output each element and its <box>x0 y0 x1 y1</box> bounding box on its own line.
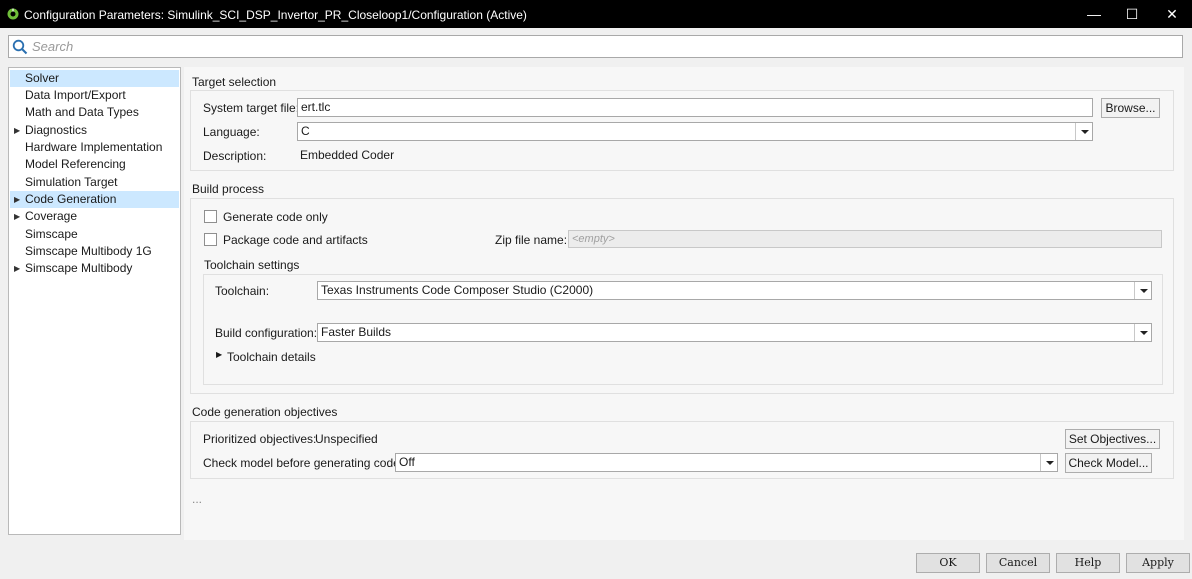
tree-item-diagnostics[interactable]: ▶ Diagnostics <box>10 122 179 139</box>
check-model-button[interactable]: Check Model... <box>1065 453 1152 473</box>
dropdown-arrow-icon[interactable] <box>1040 454 1057 471</box>
expand-arrow-icon[interactable]: ▶ <box>14 122 20 139</box>
dropdown-arrow-icon[interactable] <box>1134 324 1151 341</box>
window-title: Configuration Parameters: Simulink_SCI_D… <box>24 8 527 22</box>
dropdown-arrow-icon[interactable] <box>1075 123 1092 140</box>
expand-arrow-icon[interactable]: ▶ <box>216 350 222 359</box>
search-input[interactable]: Search <box>32 39 73 54</box>
expand-arrow-icon[interactable]: ▶ <box>14 191 20 208</box>
minimize-button[interactable]: — <box>1076 0 1112 28</box>
tree-item-hardware-implementation[interactable]: Hardware Implementation <box>10 139 179 156</box>
close-button[interactable]: ✕ <box>1154 0 1190 28</box>
category-tree: Solver Data Import/Export Math and Data … <box>8 67 181 535</box>
tree-item-simscape-multibody-1g[interactable]: Simscape Multibody 1G <box>10 243 179 260</box>
toolchain-label: Toolchain: <box>215 284 270 298</box>
toolchain-settings-group: Toolchain: Texas Instruments Code Compos… <box>203 274 1163 385</box>
expand-arrow-icon[interactable]: ▶ <box>14 208 20 225</box>
set-objectives-button[interactable]: Set Objectives... <box>1065 429 1160 449</box>
toolchain-value: Texas Instruments Code Composer Studio (… <box>321 283 594 297</box>
language-label: Language: <box>203 125 260 139</box>
check-model-value: Off <box>399 455 415 469</box>
more-indicator: ... <box>192 492 203 506</box>
prioritized-objectives-label: Prioritized objectives: <box>203 432 317 446</box>
language-value: C <box>301 124 310 138</box>
tree-item-simscape[interactable]: Simscape <box>10 226 179 243</box>
browse-button[interactable]: Browse... <box>1101 98 1160 118</box>
language-dropdown[interactable]: C <box>297 122 1093 141</box>
tree-item-data-import-export[interactable]: Data Import/Export <box>10 87 179 104</box>
title-bar: Configuration Parameters: Simulink_SCI_D… <box>0 0 1192 28</box>
tree-item-code-generation[interactable]: ▶ Code Generation <box>10 191 179 208</box>
description-label: Description: <box>203 149 267 163</box>
generate-code-only-label: Generate code only <box>223 210 328 224</box>
build-process-group: Generate code only Package code and arti… <box>190 198 1174 394</box>
build-configuration-value: Faster Builds <box>321 325 392 339</box>
tree-item-simulation-target[interactable]: Simulation Target <box>10 174 179 191</box>
zip-file-label: Zip file name: <box>495 233 568 247</box>
package-code-checkbox[interactable] <box>204 233 217 246</box>
search-bar[interactable]: Search <box>8 35 1183 58</box>
objectives-group: Prioritized objectives: Unspecified Set … <box>190 421 1174 479</box>
search-icon <box>12 39 28 55</box>
build-process-title: Build process <box>192 182 265 196</box>
expand-arrow-icon[interactable]: ▶ <box>14 260 20 277</box>
code-generation-objectives-title: Code generation objectives <box>192 405 338 419</box>
check-model-dropdown[interactable]: Off <box>395 453 1058 472</box>
ok-button[interactable]: OK <box>916 553 980 573</box>
prioritized-objectives-value: Unspecified <box>315 432 378 446</box>
apply-button[interactable]: Apply <box>1126 553 1190 573</box>
package-code-label: Package code and artifacts <box>223 233 368 247</box>
toolchain-settings-title: Toolchain settings <box>204 258 300 272</box>
tree-item-simscape-multibody[interactable]: ▶ Simscape Multibody <box>10 260 179 277</box>
target-selection-title: Target selection <box>192 75 277 89</box>
build-configuration-dropdown[interactable]: Faster Builds <box>317 323 1152 342</box>
tree-item-coverage[interactable]: ▶ Coverage <box>10 208 179 225</box>
toolchain-details-toggle[interactable]: Toolchain details <box>227 350 316 364</box>
main-pane: Target selection System target file: ert… <box>184 67 1184 540</box>
tree-item-model-referencing[interactable]: Model Referencing <box>10 156 179 173</box>
toolchain-dropdown[interactable]: Texas Instruments Code Composer Studio (… <box>317 281 1152 300</box>
description-value: Embedded Coder <box>300 148 395 162</box>
system-target-file-label: System target file: <box>203 101 300 115</box>
build-configuration-label: Build configuration: <box>215 326 318 340</box>
check-model-label: Check model before generating code: <box>203 456 404 470</box>
dropdown-arrow-icon[interactable] <box>1134 282 1151 299</box>
target-selection-group: System target file: ert.tlc Browse... La… <box>190 90 1174 171</box>
zip-file-input[interactable]: <empty> <box>568 230 1162 248</box>
maximize-button[interactable]: ☐ <box>1114 0 1150 28</box>
system-target-file-input[interactable]: ert.tlc <box>297 98 1093 117</box>
help-button[interactable]: Help <box>1056 553 1120 573</box>
generate-code-only-checkbox[interactable] <box>204 210 217 223</box>
tree-item-solver[interactable]: Solver <box>10 70 179 87</box>
cancel-button[interactable]: Cancel <box>986 553 1050 573</box>
tree-item-math-data-types[interactable]: Math and Data Types <box>10 104 179 121</box>
simulink-app-icon <box>7 8 19 20</box>
